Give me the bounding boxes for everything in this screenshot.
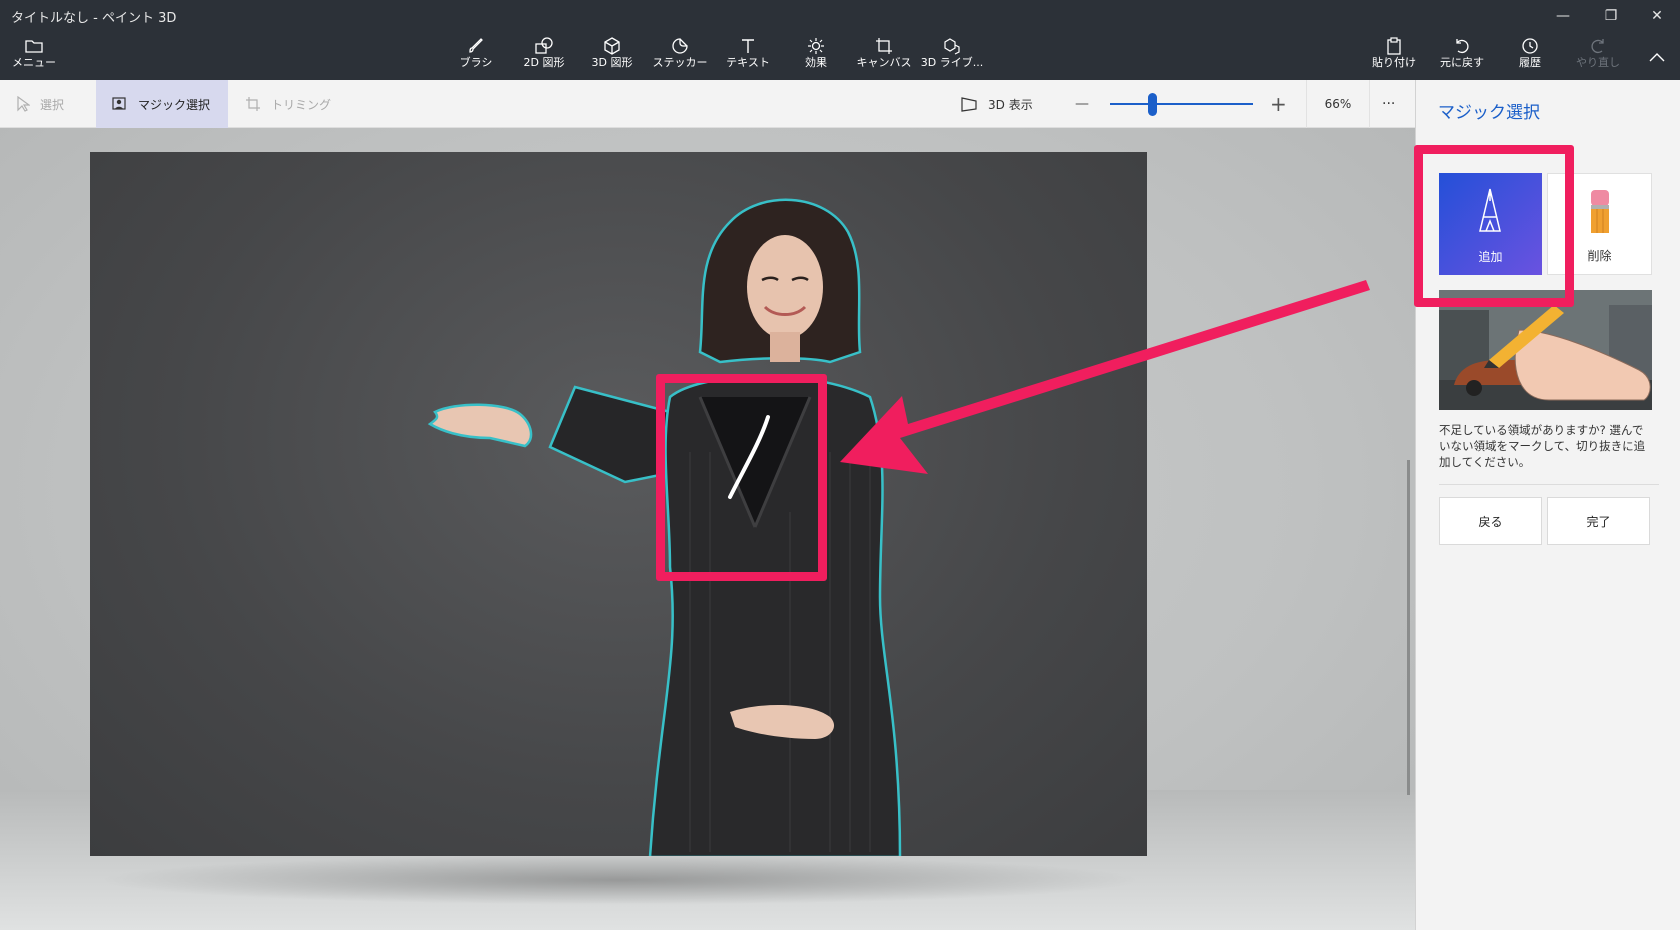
- tool-brush[interactable]: ブラシ: [444, 36, 508, 76]
- crop-label: トリミング: [271, 97, 332, 112]
- view-3d-toggle[interactable]: 3D 表示: [960, 80, 1033, 128]
- minimize-button[interactable]: —: [1540, 4, 1586, 28]
- tool-text[interactable]: テキスト: [716, 36, 780, 76]
- redo-label: やり直し: [1576, 56, 1620, 69]
- text-icon: [716, 36, 780, 56]
- brush-icon: [444, 36, 508, 56]
- back-button[interactable]: 戻る: [1439, 497, 1542, 545]
- redo-button[interactable]: やり直し: [1566, 36, 1630, 76]
- crop-tool[interactable]: トリミング: [245, 80, 331, 128]
- image-canvas[interactable]: [90, 152, 1147, 856]
- 3d-library-icon: [920, 36, 984, 56]
- sticker-icon: [648, 36, 712, 56]
- paste-label: 貼り付け: [1372, 56, 1416, 69]
- zoom-percent[interactable]: 66%: [1306, 80, 1370, 128]
- done-button[interactable]: 完了: [1547, 497, 1650, 545]
- shapes-2d-icon: [512, 36, 576, 56]
- crop-icon: [245, 96, 261, 112]
- zoom-out-button[interactable]: —: [1075, 80, 1089, 128]
- zoom-in-button[interactable]: +: [1270, 80, 1287, 128]
- restore-button[interactable]: ❐: [1588, 4, 1634, 28]
- paste-icon: [1362, 36, 1426, 56]
- history-icon: [1498, 36, 1562, 56]
- history-label: 履歴: [1519, 56, 1541, 69]
- close-button[interactable]: ✕: [1634, 4, 1680, 28]
- cursor-icon: [16, 96, 30, 112]
- window-title: タイトルなし - ペイント 3D: [11, 11, 177, 26]
- tool-stickers[interactable]: ステッカー: [648, 36, 712, 76]
- collapse-ribbon-icon[interactable]: [1634, 46, 1680, 70]
- view-3d-icon: [960, 96, 978, 112]
- tool-label: 2D 図形: [523, 56, 565, 69]
- highlight-box-canvas: [656, 374, 827, 581]
- tool-effects[interactable]: 効果: [784, 36, 848, 76]
- history-button[interactable]: 履歴: [1498, 36, 1562, 76]
- canvas-shadow: [95, 855, 1145, 905]
- magic-select-label: マジック選択: [138, 97, 211, 112]
- tool-3d-library[interactable]: 3D ライブ...: [920, 36, 984, 76]
- title-bar: タイトルなし - ペイント 3D — ❐ ✕ メニュー ブラシ 2D 図形 3D…: [0, 0, 1680, 80]
- tool-label: ブラシ: [459, 56, 493, 69]
- tool-label: キャンバス: [856, 56, 912, 69]
- shapes-3d-icon: [580, 36, 644, 56]
- eraser-icon: [1588, 188, 1612, 240]
- tool-label: 3D 図形: [591, 56, 633, 69]
- woman-in-suit-photo: [427, 198, 902, 856]
- undo-icon: [1430, 36, 1494, 56]
- paste-button[interactable]: 貼り付け: [1362, 36, 1426, 76]
- tool-3d-shapes[interactable]: 3D 図形: [580, 36, 644, 76]
- hint-text: 不足している領域がありますか? 選んでいない領域をマークして、切り抜きに追加して…: [1439, 423, 1646, 469]
- undo-button[interactable]: 元に戻す: [1430, 36, 1494, 76]
- highlight-box-add-button: [1414, 145, 1574, 307]
- tool-label: ステッカー: [652, 56, 708, 69]
- tool-label: 3D ライブ...: [920, 56, 984, 69]
- tool-label: テキスト: [726, 56, 770, 69]
- menu-button[interactable]: メニュー: [2, 36, 66, 76]
- tool-2d-shapes[interactable]: 2D 図形: [512, 36, 576, 76]
- zoom-slider-thumb[interactable]: [1148, 93, 1158, 116]
- panel-title: マジック選択: [1438, 103, 1540, 123]
- canvas-icon: [852, 36, 916, 56]
- tutorial-animation: [1439, 290, 1652, 410]
- tool-canvas[interactable]: キャンバス: [852, 36, 916, 76]
- magic-select-icon: [112, 97, 128, 111]
- effects-icon: [784, 36, 848, 56]
- undo-label: 元に戻す: [1440, 56, 1484, 69]
- view-3d-label: 3D 表示: [988, 97, 1033, 112]
- divider: [1439, 484, 1659, 485]
- folder-icon: [2, 36, 66, 56]
- redo-icon: [1566, 36, 1630, 56]
- vertical-scrollbar[interactable]: [1407, 460, 1410, 795]
- select-label: 選択: [40, 97, 65, 112]
- more-options-button[interactable]: ···: [1382, 80, 1395, 128]
- menu-label: メニュー: [12, 56, 56, 69]
- select-tool[interactable]: 選択: [16, 80, 74, 128]
- zoom-slider[interactable]: [1110, 103, 1253, 105]
- magic-select-tool[interactable]: マジック選択: [96, 80, 228, 128]
- tool-label: 効果: [805, 56, 827, 69]
